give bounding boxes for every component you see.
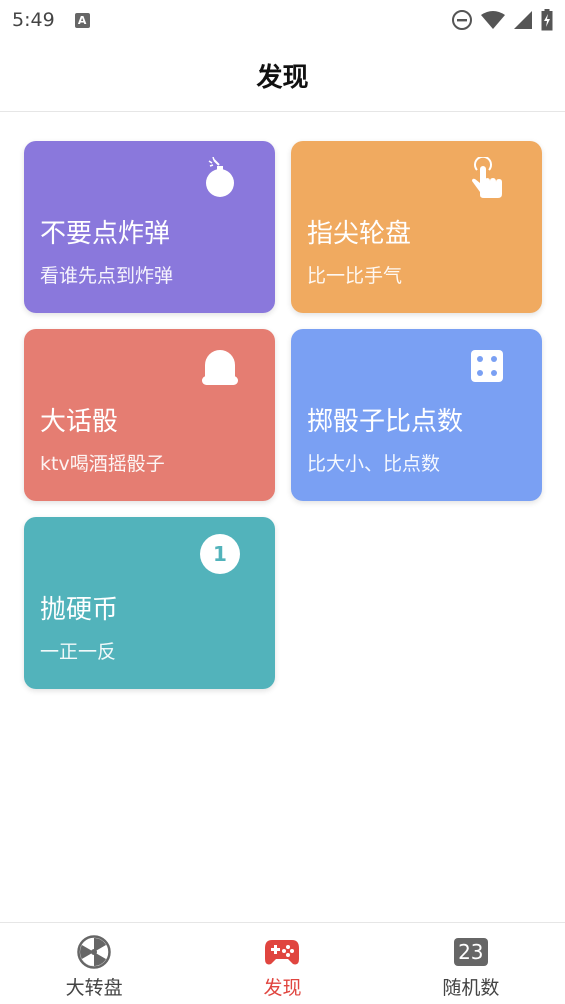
battery-icon [541, 9, 553, 31]
wheel-icon [76, 935, 112, 969]
card-bomb[interactable]: 不要点炸弹 看谁先点到炸弹 [24, 141, 275, 313]
random-number-badge: 23 [453, 938, 488, 966]
page-title: 发现 [256, 63, 309, 93]
card-title: 不要点炸弹 [40, 219, 171, 249]
gamepad-icon [264, 935, 300, 969]
signal-icon [514, 11, 532, 29]
nav-item-discover[interactable]: 发现 [188, 923, 376, 1004]
pointing-hand-icon [466, 157, 508, 199]
card-roll-dice[interactable]: 掷骰子比点数 比大小、比点数 [291, 329, 542, 501]
card-subtitle: ktv喝酒摇骰子 [40, 453, 165, 475]
coin-icon: 1 [199, 533, 241, 575]
card-subtitle: 比大小、比点数 [307, 453, 441, 475]
coin-face-text: 1 [213, 542, 227, 566]
a-notification-icon: A [74, 12, 90, 28]
card-subtitle: 看谁先点到炸弹 [40, 265, 174, 287]
status-bar: 5:49 A [0, 0, 565, 40]
card-coin-flip[interactable]: 1 抛硬币 一正一反 [24, 517, 275, 689]
nav-item-random-number[interactable]: 23 随机数 [377, 923, 565, 1004]
bomb-icon [199, 157, 241, 199]
bottom-nav: 大转盘 发现 23 随机数 [0, 922, 565, 1004]
nav-label: 发现 [263, 977, 302, 999]
dice-icon [466, 345, 508, 387]
do-not-disturb-icon [452, 10, 472, 30]
nav-label: 随机数 [442, 977, 500, 999]
wifi-icon [481, 11, 505, 29]
nav-item-wheel[interactable]: 大转盘 [0, 923, 188, 1004]
card-finger-wheel[interactable]: 指尖轮盘 比一比手气 [291, 141, 542, 313]
status-left: 5:49 A [12, 9, 90, 31]
dice-cup-icon [199, 345, 241, 387]
card-title: 掷骰子比点数 [307, 407, 464, 437]
card-title: 指尖轮盘 [307, 219, 412, 249]
page-header: 发现 [0, 40, 565, 112]
nav-label: 大转盘 [65, 977, 123, 999]
random-number-icon: 23 [453, 935, 489, 969]
card-subtitle: 比一比手气 [307, 265, 403, 287]
status-time: 5:49 [12, 9, 55, 31]
card-liar-dice[interactable]: 大话骰 ktv喝酒摇骰子 [24, 329, 275, 501]
card-title: 抛硬币 [40, 595, 119, 625]
card-subtitle: 一正一反 [40, 641, 117, 663]
card-title: 大话骰 [40, 407, 119, 437]
status-right [451, 9, 553, 31]
